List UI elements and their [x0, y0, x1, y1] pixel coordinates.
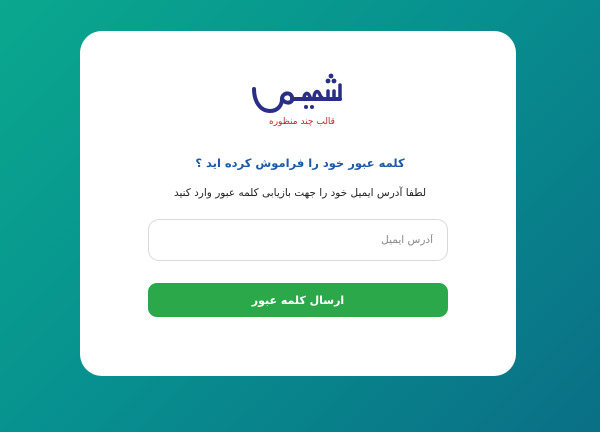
shim-logo-mark	[252, 73, 342, 113]
page-title: کلمه عبور خود را فراموش کرده اید ؟	[195, 156, 405, 170]
site-logo: قالب چند منظوره	[240, 71, 360, 133]
email-field[interactable]	[148, 219, 448, 261]
instruction-text: لطفا آدرس ایمیل خود را جهت بازیابی کلمه …	[173, 187, 427, 199]
logo-tagline: قالب چند منظوره	[269, 117, 335, 127]
send-password-button[interactable]: ارسال کلمه عبور	[148, 283, 448, 317]
